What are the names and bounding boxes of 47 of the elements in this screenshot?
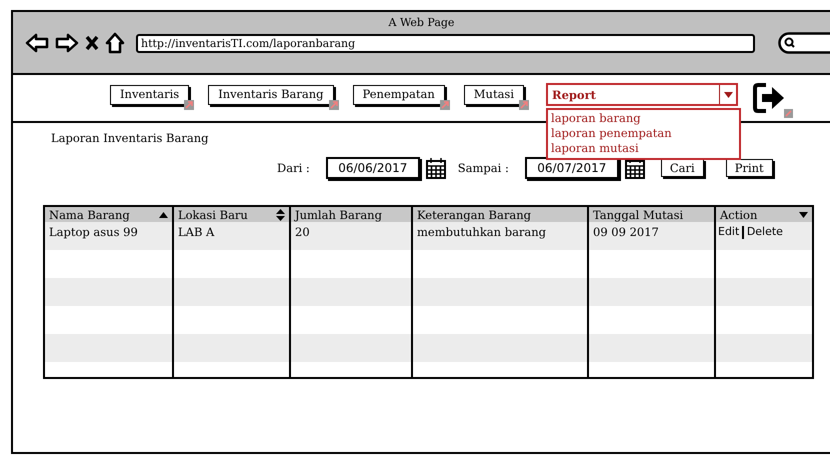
link-arrow-icon [328,100,339,110]
search-field[interactable] [778,32,830,54]
nav-link-button[interactable]: Inventaris [110,85,190,105]
table-cell: membutuhkan barang [411,222,587,250]
action-button[interactable]: Print [726,159,773,177]
menu-item[interactable]: laporan barang [551,111,740,126]
calendar-icon[interactable] [426,157,446,179]
nav-link-button[interactable]: Inventaris Barang [208,85,334,105]
link-arrow-icon [519,100,530,110]
calendar-icon[interactable] [624,157,645,179]
to-date-field[interactable]: 06/07/2017 [524,157,619,179]
close-icon[interactable] [85,35,99,51]
table-cell: LAB A [172,222,289,250]
column-header-label: Lokasi Baru [178,208,248,222]
column-header[interactable]: Nama Barang [45,207,172,222]
table-cell: 09 09 2017 [587,222,714,250]
report-dropdown[interactable]: Report [546,83,738,106]
menu-item[interactable]: laporan mutasi [551,141,740,156]
page-title: Laporan Inventaris Barang [51,131,208,145]
sort-down-icon[interactable] [799,212,808,218]
from-label: Dari : [277,161,310,175]
logout-icon[interactable] [752,81,794,119]
nav-link-button[interactable]: Mutasi [464,85,524,105]
table-cell-text: Laptop asus 99 [48,224,139,241]
column-header-label: Tanggal Mutasi [593,208,684,222]
column-header-label: Jumlah Barang [295,208,382,222]
column-header-label: Keterangan Barang [417,208,531,222]
nav-link-button[interactable]: Penempatan [352,85,445,105]
sort-icon[interactable] [276,208,285,220]
table-cell: 20 [289,222,411,250]
link-arrow-icon [440,100,450,110]
address-field[interactable]: http://inventarisTI.com/laporanbarang [136,34,755,52]
sort-up-icon[interactable] [159,212,168,218]
home-icon[interactable] [105,32,125,54]
back-icon[interactable] [25,33,49,53]
caret-icon [724,92,733,98]
action-link[interactable]: Edit [718,225,740,238]
column-header-label: Action [720,208,758,222]
column-header-label: Nama Barang [49,208,130,222]
action-link[interactable]: Delete [746,225,783,238]
menu-item[interactable]: laporan penempatan [551,126,740,141]
to-label: Sampai : [458,161,509,175]
from-date-field[interactable]: 06/06/2017 [326,157,420,179]
action-button[interactable]: Cari [660,159,704,177]
link-arrow-icon [184,100,194,110]
forward-icon[interactable] [55,33,79,53]
window-title: A Web Page [388,15,456,31]
